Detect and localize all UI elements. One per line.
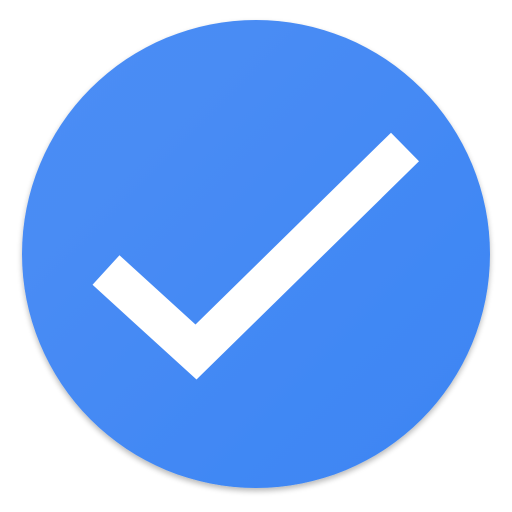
app-icon-canvas	[0, 0, 512, 512]
check-circle-icon	[22, 20, 490, 488]
circle-background	[22, 20, 490, 488]
